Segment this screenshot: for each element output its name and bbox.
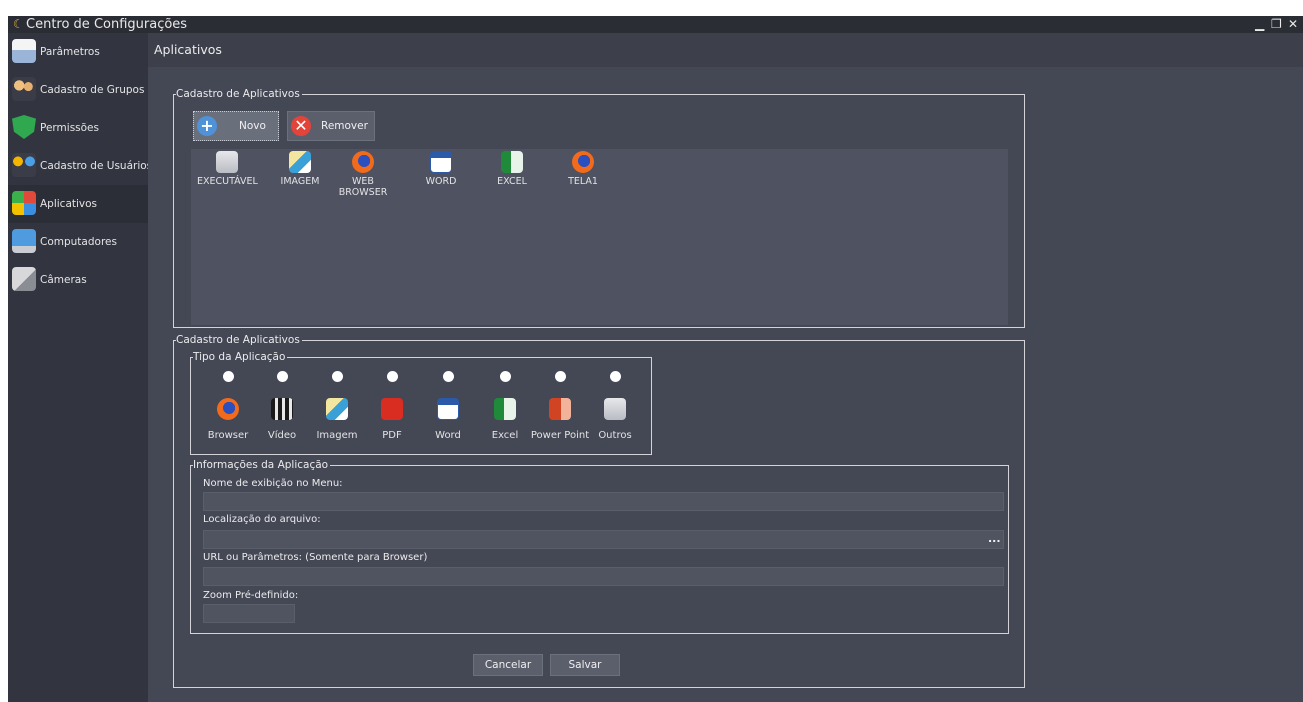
browse-button[interactable]: ... bbox=[988, 532, 1001, 545]
remove-icon: ✕ bbox=[291, 116, 311, 136]
type-legend: Tipo da Aplicação bbox=[193, 351, 286, 363]
firefox-icon bbox=[352, 151, 374, 173]
sidebar-item-label: Parâmetros bbox=[40, 46, 100, 58]
plus-icon: + bbox=[197, 116, 217, 136]
cancel-button[interactable]: Cancelar bbox=[473, 654, 543, 676]
parameters-icon bbox=[12, 39, 36, 63]
sidebar-item-permissoes[interactable]: Permissões bbox=[8, 109, 148, 147]
group-legend: Cadastro de Aplicativos bbox=[176, 334, 300, 346]
page-title: Aplicativos bbox=[154, 42, 222, 57]
camera-icon bbox=[12, 267, 36, 291]
apps-icon bbox=[12, 191, 36, 215]
radio-button[interactable] bbox=[276, 371, 288, 382]
sidebar-item-label: Cadastro de Usuários bbox=[40, 160, 153, 172]
app-item-label: IMAGEM bbox=[280, 176, 320, 187]
sidebar-item-cadastro-grupos[interactable]: Cadastro de Grupos bbox=[8, 71, 148, 109]
radio-button[interactable] bbox=[499, 371, 511, 382]
shield-check-icon bbox=[12, 115, 36, 139]
file-location-input[interactable] bbox=[203, 530, 1004, 549]
restore-icon[interactable]: ❐ bbox=[1271, 16, 1282, 33]
radio-button[interactable] bbox=[442, 371, 454, 382]
sidebar-item-label: Computadores bbox=[40, 236, 117, 248]
zoom-label: Zoom Pré-definido: bbox=[203, 590, 299, 601]
app-item-word[interactable]: WORD bbox=[411, 149, 471, 187]
sidebar-item-aplicativos[interactable]: Aplicativos bbox=[8, 185, 148, 223]
video-icon bbox=[271, 398, 293, 420]
info-legend: Informações da Aplicação bbox=[193, 459, 329, 471]
save-button[interactable]: Salvar bbox=[550, 654, 620, 676]
app-item-label: EXCEL bbox=[497, 176, 527, 187]
applications-list: EXECUTÁVEL IMAGEM WEB BROWSER WORD EXCEL… bbox=[191, 149, 1008, 325]
groups-icon bbox=[12, 77, 36, 101]
close-icon[interactable]: ✕ bbox=[1288, 16, 1298, 33]
sidebar-item-parametros[interactable]: Parâmetros bbox=[8, 33, 148, 71]
group-legend: Cadastro de Aplicativos bbox=[176, 88, 300, 100]
excel-icon bbox=[501, 151, 523, 173]
word-icon bbox=[430, 151, 452, 173]
new-button[interactable]: + Novo bbox=[193, 111, 279, 141]
zoom-input[interactable] bbox=[203, 604, 295, 623]
executable-icon bbox=[216, 151, 238, 173]
menu-name-input[interactable] bbox=[203, 492, 1004, 511]
radio-button[interactable] bbox=[222, 371, 234, 382]
app-item-tela1[interactable]: TELA1 bbox=[553, 149, 613, 187]
sidebar-item-label: Aplicativos bbox=[40, 198, 98, 210]
word-icon bbox=[437, 398, 459, 420]
powerpoint-icon bbox=[549, 398, 571, 420]
app-item-excel[interactable]: EXCEL bbox=[482, 149, 542, 187]
radio-button[interactable] bbox=[609, 371, 621, 382]
remove-button-label: Remover bbox=[321, 120, 368, 132]
app-item-label: WEB BROWSER bbox=[338, 176, 388, 198]
type-option-outros[interactable]: Outros bbox=[580, 371, 650, 441]
url-input[interactable] bbox=[203, 567, 1004, 586]
sidebar-item-label: Câmeras bbox=[40, 274, 87, 286]
app-moon-icon: ☾ bbox=[13, 17, 24, 31]
title-bar: ☾ Centro de Configurações ▁ ❐ ✕ bbox=[8, 16, 1303, 33]
new-button-label: Novo bbox=[239, 120, 266, 132]
firefox-icon bbox=[572, 151, 594, 173]
pdf-icon bbox=[381, 398, 403, 420]
executable-icon bbox=[604, 398, 626, 420]
sidebar-item-computadores[interactable]: Computadores bbox=[8, 223, 148, 261]
app-item-web-browser[interactable]: WEB BROWSER bbox=[338, 149, 388, 198]
computer-icon bbox=[12, 229, 36, 253]
menu-name-label: Nome de exibição no Menu: bbox=[203, 478, 343, 489]
firefox-icon bbox=[217, 398, 239, 420]
app-item-imagem[interactable]: IMAGEM bbox=[270, 149, 330, 187]
sidebar: Parâmetros Cadastro de Grupos Permissões… bbox=[8, 33, 152, 702]
file-location-label: Localização do arquivo: bbox=[203, 514, 321, 525]
window-title: Centro de Configurações bbox=[26, 17, 188, 32]
type-option-label: Outros bbox=[598, 430, 632, 441]
excel-icon bbox=[494, 398, 516, 420]
sidebar-item-cameras[interactable]: Câmeras bbox=[8, 261, 148, 299]
radio-button[interactable] bbox=[331, 371, 343, 382]
app-item-label: TELA1 bbox=[568, 176, 598, 187]
radio-button[interactable] bbox=[386, 371, 398, 382]
sidebar-item-label: Permissões bbox=[40, 122, 99, 134]
app-item-label: WORD bbox=[425, 176, 457, 187]
image-icon bbox=[326, 398, 348, 420]
app-item-executavel[interactable]: EXECUTÁVEL bbox=[197, 149, 258, 187]
sidebar-item-label: Cadastro de Grupos bbox=[40, 84, 145, 96]
minimize-icon[interactable]: ▁ bbox=[1255, 16, 1264, 33]
users-icon bbox=[12, 153, 36, 177]
app-item-label: EXECUTÁVEL bbox=[197, 176, 258, 187]
image-icon bbox=[289, 151, 311, 173]
app-window: ☾ Centro de Configurações ▁ ❐ ✕ Parâmetr… bbox=[8, 16, 1303, 702]
sidebar-item-cadastro-usuarios[interactable]: Cadastro de Usuários bbox=[8, 147, 152, 185]
radio-button[interactable] bbox=[554, 371, 566, 382]
page-header: Aplicativos bbox=[148, 33, 1303, 67]
url-label: URL ou Parâmetros: (Somente para Browser… bbox=[203, 552, 428, 563]
remove-button[interactable]: ✕ Remover bbox=[287, 111, 375, 141]
